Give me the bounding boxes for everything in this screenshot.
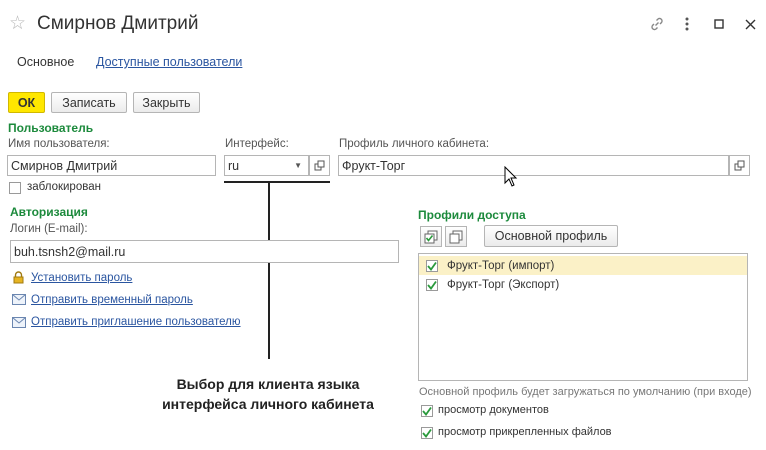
access-profiles-list[interactable]: Фрукт-Торг (импорт) Фрукт-Торг (Экспорт) xyxy=(418,253,748,381)
checkmark-icon xyxy=(427,261,437,271)
username-label: Имя пользователя: xyxy=(8,138,110,150)
main-profile-button[interactable]: Основной профиль xyxy=(484,225,618,247)
check-all-button[interactable] xyxy=(420,226,442,247)
maximize-icon[interactable] xyxy=(708,13,730,35)
user-section-heading: Пользователь xyxy=(8,121,94,135)
annotation-line xyxy=(268,181,270,359)
link-icon[interactable] xyxy=(646,13,668,35)
list-item[interactable]: Фрукт-Торг (Экспорт) xyxy=(419,275,747,294)
interface-select[interactable]: ru ▼ xyxy=(224,155,309,176)
auth-section-heading: Авторизация xyxy=(10,205,88,219)
view-attachments-label: просмотр прикрепленных файлов xyxy=(438,426,612,438)
annotation-line-1: Выбор для клиента языка xyxy=(176,376,360,392)
close-icon[interactable] xyxy=(739,13,761,35)
lock-icon xyxy=(12,271,25,287)
view-attachments-checkbox[interactable] xyxy=(421,427,433,439)
mouse-cursor-icon xyxy=(504,165,518,191)
open-form-icon xyxy=(734,160,745,171)
checkmark-icon xyxy=(422,428,432,438)
checkmark-icon xyxy=(422,406,432,416)
send-invitation-link[interactable]: Отправить приглашение пользователю xyxy=(31,316,241,328)
profile-label: Фрукт-Торг (импорт) xyxy=(447,259,555,272)
blocked-label: заблокирован xyxy=(27,181,101,193)
uncheck-all-button[interactable] xyxy=(445,226,467,247)
open-form-icon xyxy=(314,160,325,171)
interface-label: Интерфейс: xyxy=(225,138,289,150)
check-all-icon xyxy=(424,230,438,243)
profile-open-button[interactable] xyxy=(729,155,750,176)
profile-label: Профиль личного кабинета: xyxy=(339,138,490,150)
ok-button[interactable]: ОК xyxy=(8,92,45,113)
envelope-icon xyxy=(12,294,26,308)
username-field[interactable]: Смирнов Дмитрий xyxy=(7,155,216,176)
view-documents-checkbox[interactable] xyxy=(421,405,433,417)
favorite-star-icon[interactable]: ☆ xyxy=(9,13,26,35)
tab-main[interactable]: Основное xyxy=(17,55,74,69)
send-temp-password-link[interactable]: Отправить временный пароль xyxy=(31,294,193,306)
main-profile-hint: Основной профиль будет загружаться по ум… xyxy=(419,386,752,398)
checkmark-icon xyxy=(427,280,437,290)
view-documents-label: просмотр документов xyxy=(438,404,549,416)
profile-checkbox[interactable] xyxy=(426,259,438,272)
dropdown-arrow-icon[interactable]: ▼ xyxy=(294,161,302,170)
close-button[interactable]: Закрыть xyxy=(133,92,200,113)
set-password-link[interactable]: Установить пароль xyxy=(31,272,132,284)
annotation-line-2: интерфейса личного кабинета xyxy=(162,396,374,412)
profile-checkbox[interactable] xyxy=(426,278,438,291)
uncheck-all-icon xyxy=(449,230,463,243)
tab-available-users[interactable]: Доступные пользователи xyxy=(96,55,242,69)
blocked-checkbox[interactable] xyxy=(9,182,21,194)
window-title: Смирнов Дмитрий xyxy=(37,13,199,34)
interface-value: ru xyxy=(228,158,240,173)
login-label: Логин (E-mail): xyxy=(10,223,88,235)
save-button[interactable]: Записать xyxy=(51,92,127,113)
login-field[interactable]: buh.tsnsh2@mail.ru xyxy=(10,240,399,263)
interface-open-button[interactable] xyxy=(309,155,330,176)
profile-field[interactable]: Фрукт-Торг xyxy=(338,155,729,176)
envelope-icon xyxy=(12,317,26,331)
access-profiles-heading: Профили доступа xyxy=(418,208,526,222)
more-menu-icon[interactable] xyxy=(676,13,698,35)
list-item[interactable]: Фрукт-Торг (импорт) xyxy=(419,256,747,275)
profile-label: Фрукт-Торг (Экспорт) xyxy=(447,278,560,291)
annotation-text: Выбор для клиента языка интерфейса лично… xyxy=(118,374,418,414)
annotation-bracket xyxy=(224,181,330,183)
